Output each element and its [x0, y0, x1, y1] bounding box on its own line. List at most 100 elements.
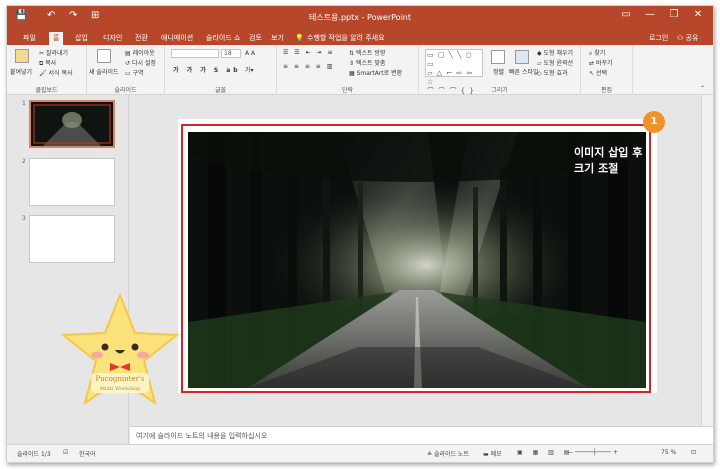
sign-in-link[interactable]: 로그인: [645, 32, 672, 44]
zoom-level[interactable]: 75 %: [661, 449, 676, 456]
reset-label: 다시 설정: [131, 60, 156, 67]
replace-label: 바꾸기: [595, 60, 613, 67]
collapse-ribbon-icon[interactable]: ⌃: [700, 85, 705, 92]
tab-insert[interactable]: 삽입: [71, 32, 92, 44]
font-group-label: 글꼴: [214, 87, 227, 94]
fit-slide-icon[interactable]: ⊡: [691, 449, 696, 456]
thumbnail-photo: [31, 102, 113, 146]
paragraph-group: ☰ ☰ ⇤ ⇥ ≡ ≡ ≡ ≡ ≡ ▥ ⇅ 텍스트 방향 ⇕ 텍스트 맞춤 ▦ …: [277, 45, 419, 95]
callout-label: 이미지 삽입 후 크기 조절: [574, 146, 643, 175]
ribbon: 붙여넣기 ✂ 잘라내기 ⧉ 복사 🖌 서식 복사 클립보드 새 슬라이드 ▤ 레…: [7, 45, 713, 104]
share-button[interactable]: ⚇ 공유: [673, 32, 702, 44]
thumbnail-slide-1[interactable]: [29, 100, 115, 148]
text-direction-button[interactable]: ⇅ 텍스트 방향: [349, 48, 385, 57]
shapes-gallery[interactable]: ▭ ▢ ╲ ╲ ○ ▭▱ △ ⌐ ⇨ ⇦ ☆⌒ ⌒ ⌒ { } ☆: [425, 49, 483, 104]
new-slide-icon: [97, 49, 111, 63]
font-color-icon[interactable]: 가▾: [245, 65, 254, 74]
align-text-label: 텍스트 맞춤: [355, 60, 386, 67]
slides-group-label: 슬라이드: [114, 87, 137, 94]
new-slide-button[interactable]: 새 슬라이드: [89, 67, 119, 76]
format-painter-button[interactable]: 🖌 서식 복사: [39, 68, 73, 77]
shape-effects-label: 도형 효과: [543, 70, 568, 77]
reset-button[interactable]: ↺ 다시 설정: [125, 58, 156, 67]
align-text-button[interactable]: ⇕ 텍스트 맞춤: [349, 58, 385, 67]
mascot-cheek: [91, 351, 103, 359]
tab-animations[interactable]: 애니메이션: [157, 32, 197, 44]
quick-styles-icon: [515, 50, 529, 64]
tab-transitions[interactable]: 전환: [131, 32, 152, 44]
title-bar: 💾 ↶ ↷ ⊞ 테스트용.pptx - PowerPoint ▭ — ❐ ✕: [7, 6, 713, 31]
shape-outline-button[interactable]: ▱ 도형 윤곽선: [537, 58, 573, 67]
close-icon[interactable]: ✕: [689, 9, 707, 20]
mascot-cheek: [137, 351, 149, 359]
select-button[interactable]: ↖ 선택: [589, 68, 607, 77]
comments-label: 메모: [490, 451, 502, 458]
clipboard-group: 붙여넣기 ✂ 잘라내기 ⧉ 복사 🖌 서식 복사 클립보드: [7, 45, 87, 95]
quick-styles-button[interactable]: 빠른 스타일: [509, 67, 539, 76]
tab-home[interactable]: 홈: [49, 32, 64, 45]
tab-file[interactable]: 파일: [19, 32, 40, 44]
arrange-icon: [491, 50, 505, 64]
spell-check-icon[interactable]: ☑: [63, 449, 68, 456]
paste-icon: [15, 49, 29, 63]
tab-review[interactable]: 검토: [245, 32, 266, 44]
comments-button[interactable]: ▬ 메모: [483, 449, 502, 458]
font-group: 18 A A 가 가 가 S ab 가▾ 글꼴: [165, 45, 277, 95]
layout-label: 레이아웃: [132, 50, 155, 57]
star-mascot-sticker: Pucogninter's Multi Workshop: [60, 292, 180, 406]
notes-pane[interactable]: 여기에 슬라이드 노트의 내용을 입력하십시오: [130, 426, 713, 444]
restore-icon[interactable]: ❐: [665, 9, 683, 20]
tab-design[interactable]: 디자인: [99, 32, 126, 44]
clipboard-group-label: 클립보드: [35, 87, 58, 94]
thumbnail-number: 3: [22, 215, 26, 222]
ribbon-display-options-icon[interactable]: ▭: [617, 9, 635, 20]
format-painter-label: 서식 복사: [48, 70, 73, 77]
sticker-text: Multi Workshop: [100, 386, 140, 392]
list-buttons[interactable]: ☰ ☰ ⇤ ⇥ ≡: [283, 49, 334, 56]
shape-fill-button[interactable]: ◆ 도형 채우기: [537, 48, 573, 57]
drawing-group: ▭ ▢ ╲ ╲ ○ ▭▱ △ ⌐ ⇨ ⇦ ☆⌒ ⌒ ⌒ { } ☆ 정렬 빠른 …: [419, 45, 581, 104]
sticker-text: Pucogninter's: [96, 375, 145, 383]
font-size-grow-icon[interactable]: A A: [245, 50, 255, 57]
thumbnail-slide-3[interactable]: [29, 215, 115, 263]
shape-effects-button[interactable]: ◇ 도형 효과: [537, 68, 568, 77]
select-label: 선택: [595, 70, 607, 77]
tab-view[interactable]: 보기: [267, 32, 288, 44]
person-icon: ⚇: [677, 34, 686, 42]
slide-editing-area: 이미지 삽입 후 크기 조절 1: [130, 95, 701, 426]
find-button[interactable]: ⌕ 찾기: [589, 48, 605, 58]
cut-button[interactable]: ✂ 잘라내기: [39, 48, 68, 57]
font-format-buttons[interactable]: 가 가 가 S ab: [173, 65, 241, 74]
forest-road-photo[interactable]: 이미지 삽입 후 크기 조절: [188, 132, 646, 388]
replace-button[interactable]: ⇄ 바꾸기: [589, 58, 613, 67]
tab-slideshow[interactable]: 슬라이드 쇼: [202, 32, 244, 44]
status-bar: 슬라이드 1/3 ☑ 한국어 ≙ 슬라이드 노트 ▬ 메모 ▣ ▦ ▥ ▤ — …: [7, 444, 713, 462]
cut-label: 잘라내기: [45, 50, 69, 57]
section-label: 구역: [132, 70, 144, 77]
section-button[interactable]: ▭ 구역: [125, 68, 144, 77]
shape-fill-label: 도형 채우기: [543, 50, 574, 57]
copy-button[interactable]: ⧉ 복사: [39, 58, 56, 68]
zoom-slider[interactable]: — ─────┼──── +: [567, 449, 618, 456]
tell-me-input[interactable]: 수행할 작업을 알려 주세요: [303, 32, 389, 44]
arrange-button[interactable]: 정렬: [493, 67, 504, 76]
notes-button[interactable]: ≙ 슬라이드 노트: [427, 449, 469, 458]
layout-button[interactable]: ▤ 레이아웃: [125, 48, 155, 57]
editing-group: ⌕ 찾기 ⇄ 바꾸기 ↖ 선택 편집: [581, 45, 633, 95]
share-label: 공유: [685, 34, 699, 42]
thumbnail-slide-2[interactable]: [29, 158, 115, 206]
alignment-buttons[interactable]: ≡ ≡ ≡ ≡ ▥: [283, 63, 334, 70]
minimize-icon[interactable]: —: [641, 9, 659, 20]
view-buttons[interactable]: ▣ ▦ ▥ ▤: [517, 449, 573, 456]
find-label: 찾기: [594, 50, 606, 57]
font-name-dropdown[interactable]: [171, 49, 219, 58]
vertical-scrollbar[interactable]: [701, 95, 713, 426]
paste-button[interactable]: 붙여넣기: [10, 67, 32, 76]
drawing-group-label: 그리기: [491, 87, 508, 94]
text-direction-label: 텍스트 방향: [355, 50, 386, 57]
smartart-label: SmartArt로 변환: [356, 70, 403, 77]
font-size-dropdown[interactable]: 18: [221, 49, 241, 58]
language-indicator[interactable]: 한국어: [79, 449, 96, 458]
mascot-eye: [131, 343, 139, 351]
smartart-button[interactable]: ▦ SmartArt로 변환: [349, 68, 402, 77]
